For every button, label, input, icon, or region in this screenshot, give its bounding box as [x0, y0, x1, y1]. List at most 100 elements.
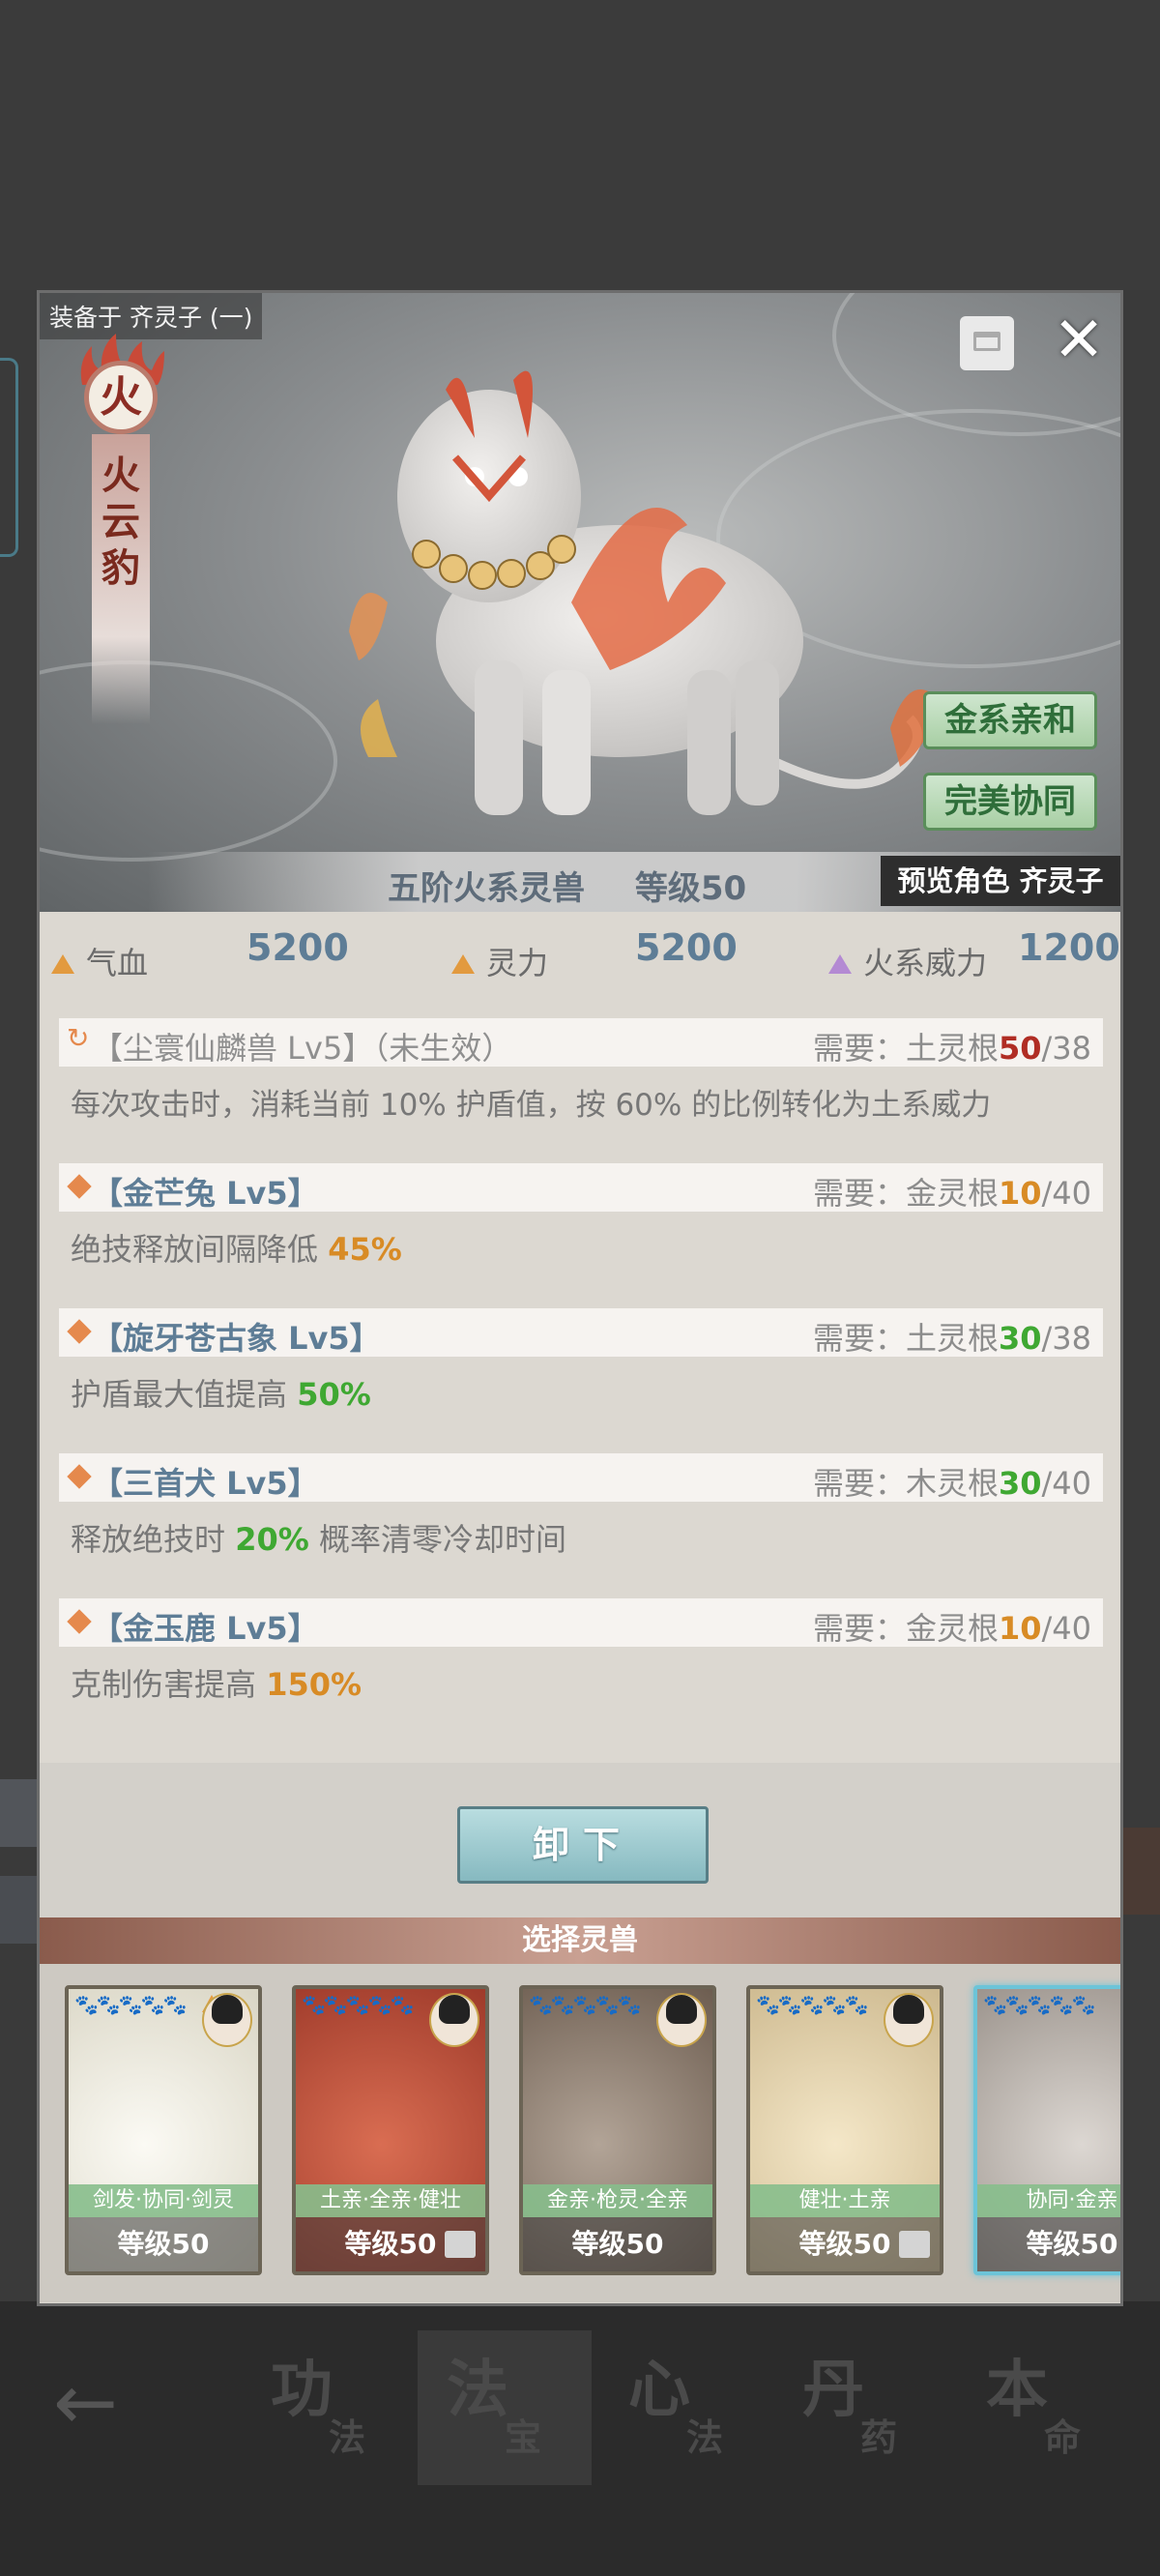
nav-tab-xinfa[interactable]: 心 法 [599, 2330, 773, 2485]
beast-card-list[interactable]: 🐾🐾🐾🐾🐾 剑发·协同·剑灵 等级50 🐾🐾🐾🐾🐾 土亲·全亲·健壮 等级50 … [40, 1964, 1120, 2302]
skill-requirement: 需要：金灵根10/40 [813, 1604, 1091, 1649]
paw-rating-icon: 🐾🐾🐾🐾🐾 [302, 1993, 415, 2016]
nav-tab-gongfa[interactable]: 功 法 [242, 2330, 416, 2485]
skill-item: 【三首犬 Lv5】 需要：木灵根30/40 释放绝技时 20% 概率清零冷却时间 [59, 1453, 1103, 1579]
beast-card[interactable]: 🐾🐾🐾🐾🐾 健壮·土亲 等级50 [746, 1985, 943, 2275]
skill-requirement: 需要：金灵根10/40 [813, 1169, 1091, 1214]
stat-label: 气血 [86, 945, 149, 981]
beast-card-tags: 金亲·枪灵·全亲 [523, 2184, 712, 2217]
nav-tab-danyao[interactable]: 丹 药 [773, 2330, 947, 2485]
nav-tab-big: 心 [628, 2354, 690, 2426]
beast-card-level: 等级50 [977, 2217, 1120, 2271]
skill-desc-value: 20% [235, 1521, 309, 1558]
skill-item: 【旋牙苍古象 Lv5】 需要：土灵根30/38 护盾最大值提高 50% [59, 1308, 1103, 1434]
beast-card-level: 等级50 [523, 2217, 712, 2271]
req-label: 需要： [812, 1320, 906, 1357]
skill-description: 释放绝技时 20% 概率清零冷却时间 [71, 1515, 566, 1560]
stat-fire-power: 火系威力 [828, 926, 987, 999]
nav-tab-fabao[interactable]: 法 宝 [418, 2330, 592, 2485]
skill-name: 【金玉鹿 Lv5】 [92, 1610, 319, 1647]
req-current: 30 [998, 1320, 1042, 1357]
skill-desc-text: 绝技释放间隔降低 [71, 1231, 329, 1268]
nav-tab-small: 宝 [505, 2415, 542, 2459]
diamond-icon [67, 1319, 92, 1344]
paw-rating-icon: 🐾🐾🐾🐾🐾 [756, 1993, 869, 2016]
req-root: 土灵根 [905, 1320, 999, 1357]
skill-requirement: 需要：土灵根50/38 [813, 1024, 1091, 1068]
refresh-icon: ↻ [67, 1022, 90, 1054]
skill-header: 【金玉鹿 Lv5】 需要：金灵根10/40 [59, 1598, 1103, 1647]
back-arrow-icon[interactable]: ← [53, 2364, 140, 2442]
skill-desc-text: 概率清零冷却时间 [308, 1521, 566, 1558]
nav-tab-big: 功 [271, 2354, 333, 2426]
nav-tab-small: 药 [860, 2415, 898, 2459]
nav-tab-benming[interactable]: 本 命 [957, 2330, 1131, 2485]
stat-value: 5200 [635, 926, 738, 969]
skill-name: 【三首犬 Lv5】 [92, 1465, 319, 1502]
skill-desc-value: 45% [328, 1231, 402, 1268]
stat-value: 5200 [246, 926, 349, 969]
owner-avatar [202, 1993, 252, 2047]
skill-desc-value: 150% [266, 1666, 362, 1703]
skill-desc-text: 释放绝技时 [71, 1521, 236, 1558]
beast-card-level: 等级50 [69, 2217, 258, 2271]
stat-label: 灵力 [486, 945, 549, 981]
element-glyph: 火 [84, 361, 158, 434]
background-bar [1121, 1828, 1160, 1915]
skill-header: 【旋牙苍古象 Lv5】 需要：土灵根30/38 [59, 1308, 1103, 1357]
diamond-icon [67, 1609, 92, 1634]
skill-desc-text: 每次攻击时，消耗当前 10% 护盾值，按 60% 的比例转化为土系威力 [71, 1088, 992, 1123]
skill-desc-value: 50% [297, 1376, 371, 1413]
req-max: /40 [1041, 1610, 1092, 1647]
element-badge: 火 火云豹 [65, 332, 177, 738]
req-current: 10 [998, 1175, 1042, 1212]
close-icon[interactable]: ✕ [1049, 309, 1109, 371]
orange-triangle-icon [451, 953, 475, 974]
skill-desc-text: 克制伤害提高 [71, 1666, 267, 1703]
unequip-button[interactable]: 卸下 [457, 1806, 709, 1884]
synergy-tag: 完美协同 [923, 773, 1097, 831]
diamond-icon [67, 1174, 92, 1199]
rank-text: 五阶火系灵兽 等级50 [388, 862, 746, 909]
save-icon[interactable] [960, 316, 1014, 370]
skill-description: 每次攻击时，消耗当前 10% 护盾值，按 60% 的比例转化为土系威力 [71, 1080, 991, 1124]
background-top [0, 0, 1160, 290]
beast-hero: 装备于 齐灵子 (一) 火 火云豹 ✕ 金系亲和 完美协同 五阶火系灵兽 等级5… [40, 293, 1120, 912]
affinity-tag: 金系亲和 [923, 691, 1097, 749]
orange-triangle-icon [51, 953, 74, 974]
stat-value: 1200 [1018, 926, 1120, 969]
beast-card[interactable]: 🐾🐾🐾🐾🐾 剑发·协同·剑灵 等级50 [65, 1985, 262, 2275]
req-root: 金灵根 [905, 1610, 999, 1647]
beast-card[interactable]: 🐾🐾🐾🐾🐾 土亲·全亲·健壮 等级50 [292, 1985, 489, 2275]
skill-requirement: 需要：木灵根30/40 [813, 1459, 1091, 1504]
req-root: 木灵根 [905, 1465, 999, 1502]
nav-tab-big: 法 [447, 2354, 508, 2426]
req-max: /38 [1041, 1030, 1092, 1067]
select-beast-title: 选择灵兽 [40, 1917, 1120, 1964]
stat-hp: 气血 [51, 926, 148, 999]
skill-item: ↻ 【尘寰仙麟兽 Lv5】（未生效） 需要：土灵根50/38 每次攻击时，消耗当… [59, 1018, 1103, 1144]
skill-desc-text: 护盾最大值提高 [71, 1376, 298, 1413]
preview-character[interactable]: 预览角色 齐灵子 [881, 856, 1120, 906]
beast-card[interactable]: 🐾🐾🐾🐾🐾 金亲·枪灵·全亲 等级50 [519, 1985, 716, 2275]
beast-card-selected[interactable]: 🐾🐾🐾🐾🐾 协同·金亲 等级50 [973, 1985, 1120, 2275]
skill-name: 【金芒兔 Lv5】 [92, 1175, 319, 1212]
owner-avatar [429, 1993, 479, 2047]
lock-icon [445, 2231, 476, 2258]
bottom-nav: ← 功 法 法 宝 心 法 丹 药 本 命 [0, 2301, 1160, 2576]
req-max: /40 [1041, 1175, 1092, 1212]
skill-description: 绝技释放间隔降低 45% [71, 1225, 402, 1270]
req-label: 需要： [812, 1610, 906, 1647]
nav-tab-small: 命 [1044, 2415, 1082, 2459]
req-current: 50 [998, 1030, 1042, 1067]
beast-card-tags: 协同·金亲 [977, 2184, 1120, 2217]
beast-card-tags: 健壮·土亲 [750, 2184, 940, 2217]
skill-description: 护盾最大值提高 50% [71, 1370, 371, 1415]
rank-title: 五阶火系灵兽 [388, 869, 585, 908]
purple-triangle-icon [828, 953, 852, 974]
nav-tab-small: 法 [329, 2415, 366, 2459]
beast-card-tags: 剑发·协同·剑灵 [69, 2184, 258, 2217]
nav-tab-big: 本 [986, 2354, 1048, 2426]
skill-item: 【金玉鹿 Lv5】 需要：金灵根10/40 克制伤害提高 150% [59, 1598, 1103, 1724]
req-max: /40 [1041, 1465, 1092, 1502]
